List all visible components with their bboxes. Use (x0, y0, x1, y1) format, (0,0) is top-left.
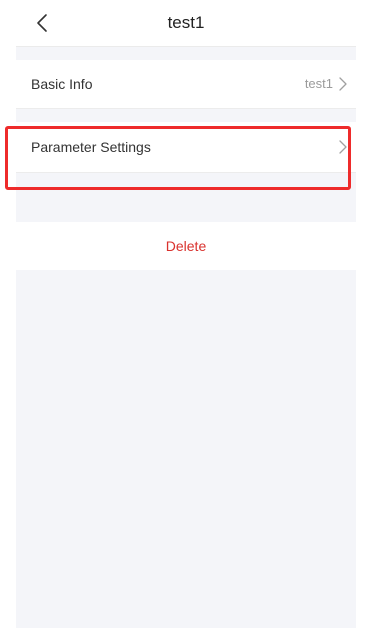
parameter-settings-label: Parameter Settings (31, 139, 151, 155)
chevron-right-icon (339, 140, 347, 154)
basic-info-row[interactable]: Basic Info test1 (16, 60, 356, 109)
basic-info-label: Basic Info (31, 76, 93, 92)
nav-bar: test1 (16, 0, 356, 47)
settings-screen: test1 Basic Info test1 Parameter Setting… (16, 0, 356, 628)
basic-info-value: test1 (304, 76, 333, 91)
chevron-right-icon (339, 77, 347, 91)
parameter-settings-row[interactable]: Parameter Settings (16, 122, 356, 173)
delete-button[interactable]: Delete (16, 222, 356, 270)
page-title: test1 (167, 13, 205, 32)
